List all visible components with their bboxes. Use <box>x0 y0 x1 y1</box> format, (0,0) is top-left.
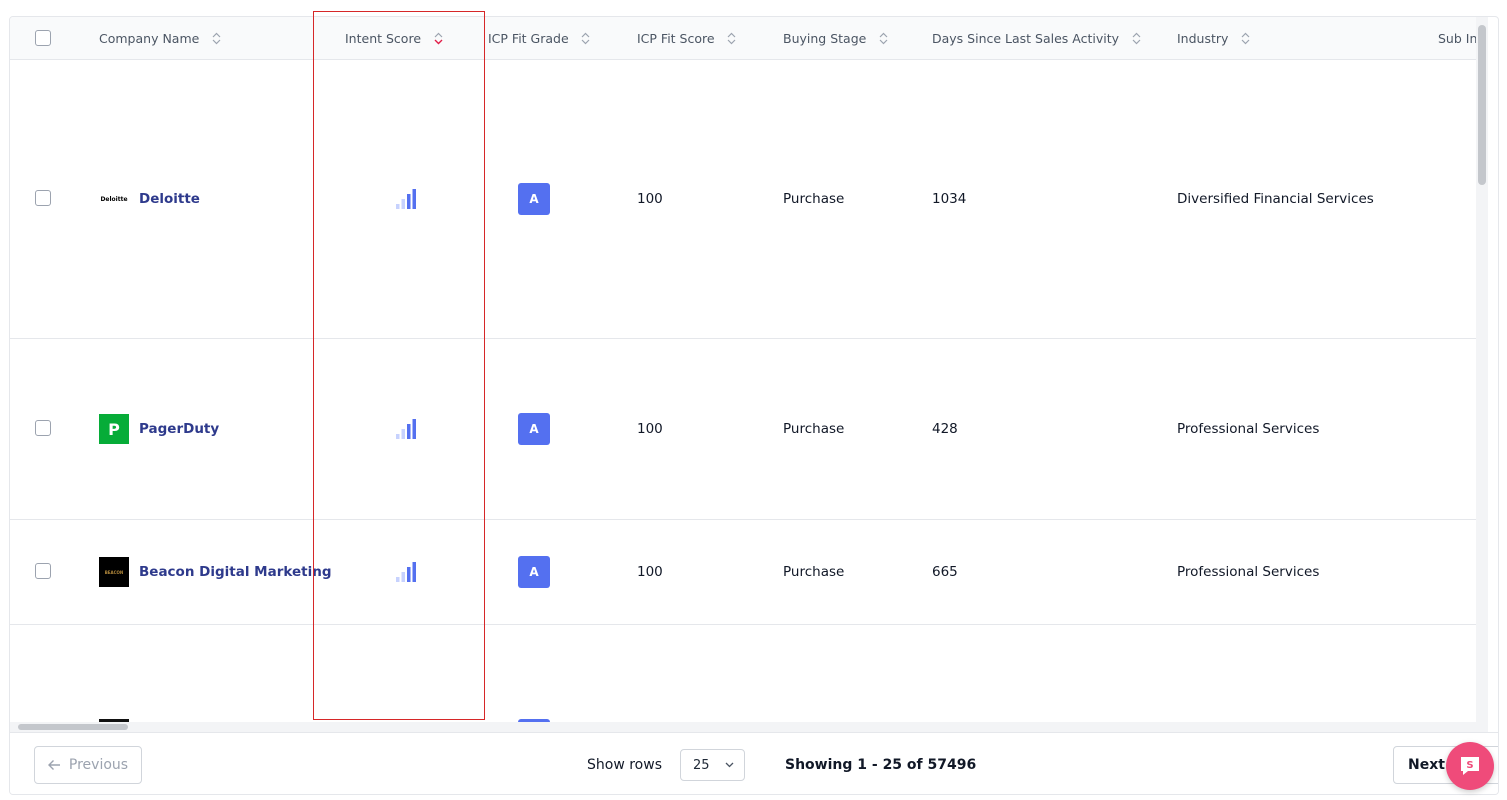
previous-label: Previous <box>68 757 129 773</box>
sort-desc-icon[interactable] <box>433 32 443 45</box>
sort-icon[interactable] <box>1240 32 1250 45</box>
days-since-activity-cell: 428 <box>932 421 958 437</box>
company-cell: P PagerDuty <box>99 414 219 444</box>
horizontal-scrollbar[interactable] <box>10 722 1488 732</box>
pagination-footer: Previous Show rows 25 Showing 1 - 25 of … <box>10 732 1498 794</box>
rows-per-page-value: 25 <box>693 757 710 773</box>
column-label: Industry <box>1177 31 1229 46</box>
buying-stage-cell: Purchase <box>783 564 845 580</box>
company-cell: Deloitte Deloitte <box>99 184 200 214</box>
beacon-logo: BEACON <box>99 557 129 587</box>
company-link[interactable]: Beacon Digital Marketing <box>139 564 332 580</box>
sort-icon[interactable] <box>581 32 591 45</box>
company-link[interactable]: Deloitte <box>139 191 200 207</box>
rows-per-page-select[interactable]: 25 <box>680 749 745 781</box>
column-header-industry[interactable]: Industry <box>1177 17 1250 60</box>
table-row[interactable]: Deloitte Deloitte A 100 Purchase 1034 Di… <box>10 60 1488 339</box>
icp-score-cell: 100 <box>637 421 663 437</box>
table-row[interactable]: P PagerDuty A 100 Purchase 428 Professio… <box>10 339 1488 520</box>
column-header-buying-stage[interactable]: Buying Stage <box>783 17 888 60</box>
sort-icon[interactable] <box>727 32 737 45</box>
table-row[interactable] <box>10 625 1488 722</box>
icp-score-cell: 100 <box>637 191 663 207</box>
arrow-left-icon <box>47 759 61 771</box>
company-cell: BEACON Beacon Digital Marketing <box>99 557 332 587</box>
row-checkbox[interactable] <box>35 190 51 206</box>
table-header: Company Name Intent Score ICP Fit Grade … <box>10 17 1488 60</box>
next-label: Next <box>1408 757 1445 773</box>
days-since-activity-cell: 1034 <box>932 191 967 207</box>
svg-text:S: S <box>1466 760 1473 771</box>
table-viewport: Company Name Intent Score ICP Fit Grade … <box>10 17 1488 722</box>
deloitte-logo: Deloitte <box>100 195 128 203</box>
icp-grade-cell: A <box>518 413 550 445</box>
icp-grade-badge: A <box>518 556 550 588</box>
column-header-icp-fit-grade[interactable]: ICP Fit Grade <box>488 17 591 60</box>
column-header-icp-fit-score[interactable]: ICP Fit Score <box>637 17 737 60</box>
vertical-scrollbar-thumb[interactable] <box>1478 25 1486 185</box>
company-link[interactable]: PagerDuty <box>139 421 219 437</box>
column-label: Intent Score <box>345 31 422 46</box>
chevron-down-icon <box>725 762 734 768</box>
select-all-checkbox[interactable] <box>35 30 51 46</box>
accounts-table-panel: Company Name Intent Score ICP Fit Grade … <box>9 16 1499 795</box>
signal-bars-icon <box>396 418 418 440</box>
buying-stage-cell: Purchase <box>783 191 845 207</box>
column-label: ICP Fit Score <box>637 31 715 46</box>
table-row[interactable]: BEACON Beacon Digital Marketing A 100 Pu… <box>10 520 1488 625</box>
horizontal-scrollbar-thumb[interactable] <box>18 724 128 730</box>
column-label: Company Name <box>99 31 200 46</box>
signal-bars-icon <box>396 188 418 210</box>
column-label: ICP Fit Grade <box>488 31 569 46</box>
showing-range-text: Showing 1 - 25 of 57496 <box>785 757 977 773</box>
chat-icon[interactable]: S <box>1446 742 1494 790</box>
sort-icon[interactable] <box>1131 32 1141 45</box>
industry-cell: Diversified Financial Services <box>1177 191 1374 207</box>
industry-cell: Professional Services <box>1177 564 1320 580</box>
icp-score-cell: 100 <box>637 564 663 580</box>
vertical-scrollbar[interactable] <box>1476 17 1488 722</box>
icp-grade-cell: A <box>518 183 550 215</box>
industry-cell: Professional Services <box>1177 421 1320 437</box>
column-header-intent-score[interactable]: Intent Score <box>345 17 443 60</box>
row-checkbox[interactable] <box>35 420 51 436</box>
icp-grade-cell: A <box>518 556 550 588</box>
sort-icon[interactable] <box>211 32 221 45</box>
row-checkbox[interactable] <box>35 563 51 579</box>
column-label: Days Since Last Sales Activity <box>932 31 1120 46</box>
previous-button[interactable]: Previous <box>34 746 142 784</box>
days-since-activity-cell: 665 <box>932 564 958 580</box>
column-label: Buying Stage <box>783 31 867 46</box>
signal-bars-icon <box>396 561 418 583</box>
column-header-days-since-activity[interactable]: Days Since Last Sales Activity <box>932 17 1141 60</box>
sort-icon[interactable] <box>878 32 888 45</box>
column-header-company[interactable]: Company Name <box>99 17 221 60</box>
show-rows-label: Show rows <box>587 757 662 773</box>
icp-grade-badge: A <box>518 183 550 215</box>
pagerduty-logo: P <box>99 414 129 444</box>
icp-grade-badge: A <box>518 413 550 445</box>
buying-stage-cell: Purchase <box>783 421 845 437</box>
